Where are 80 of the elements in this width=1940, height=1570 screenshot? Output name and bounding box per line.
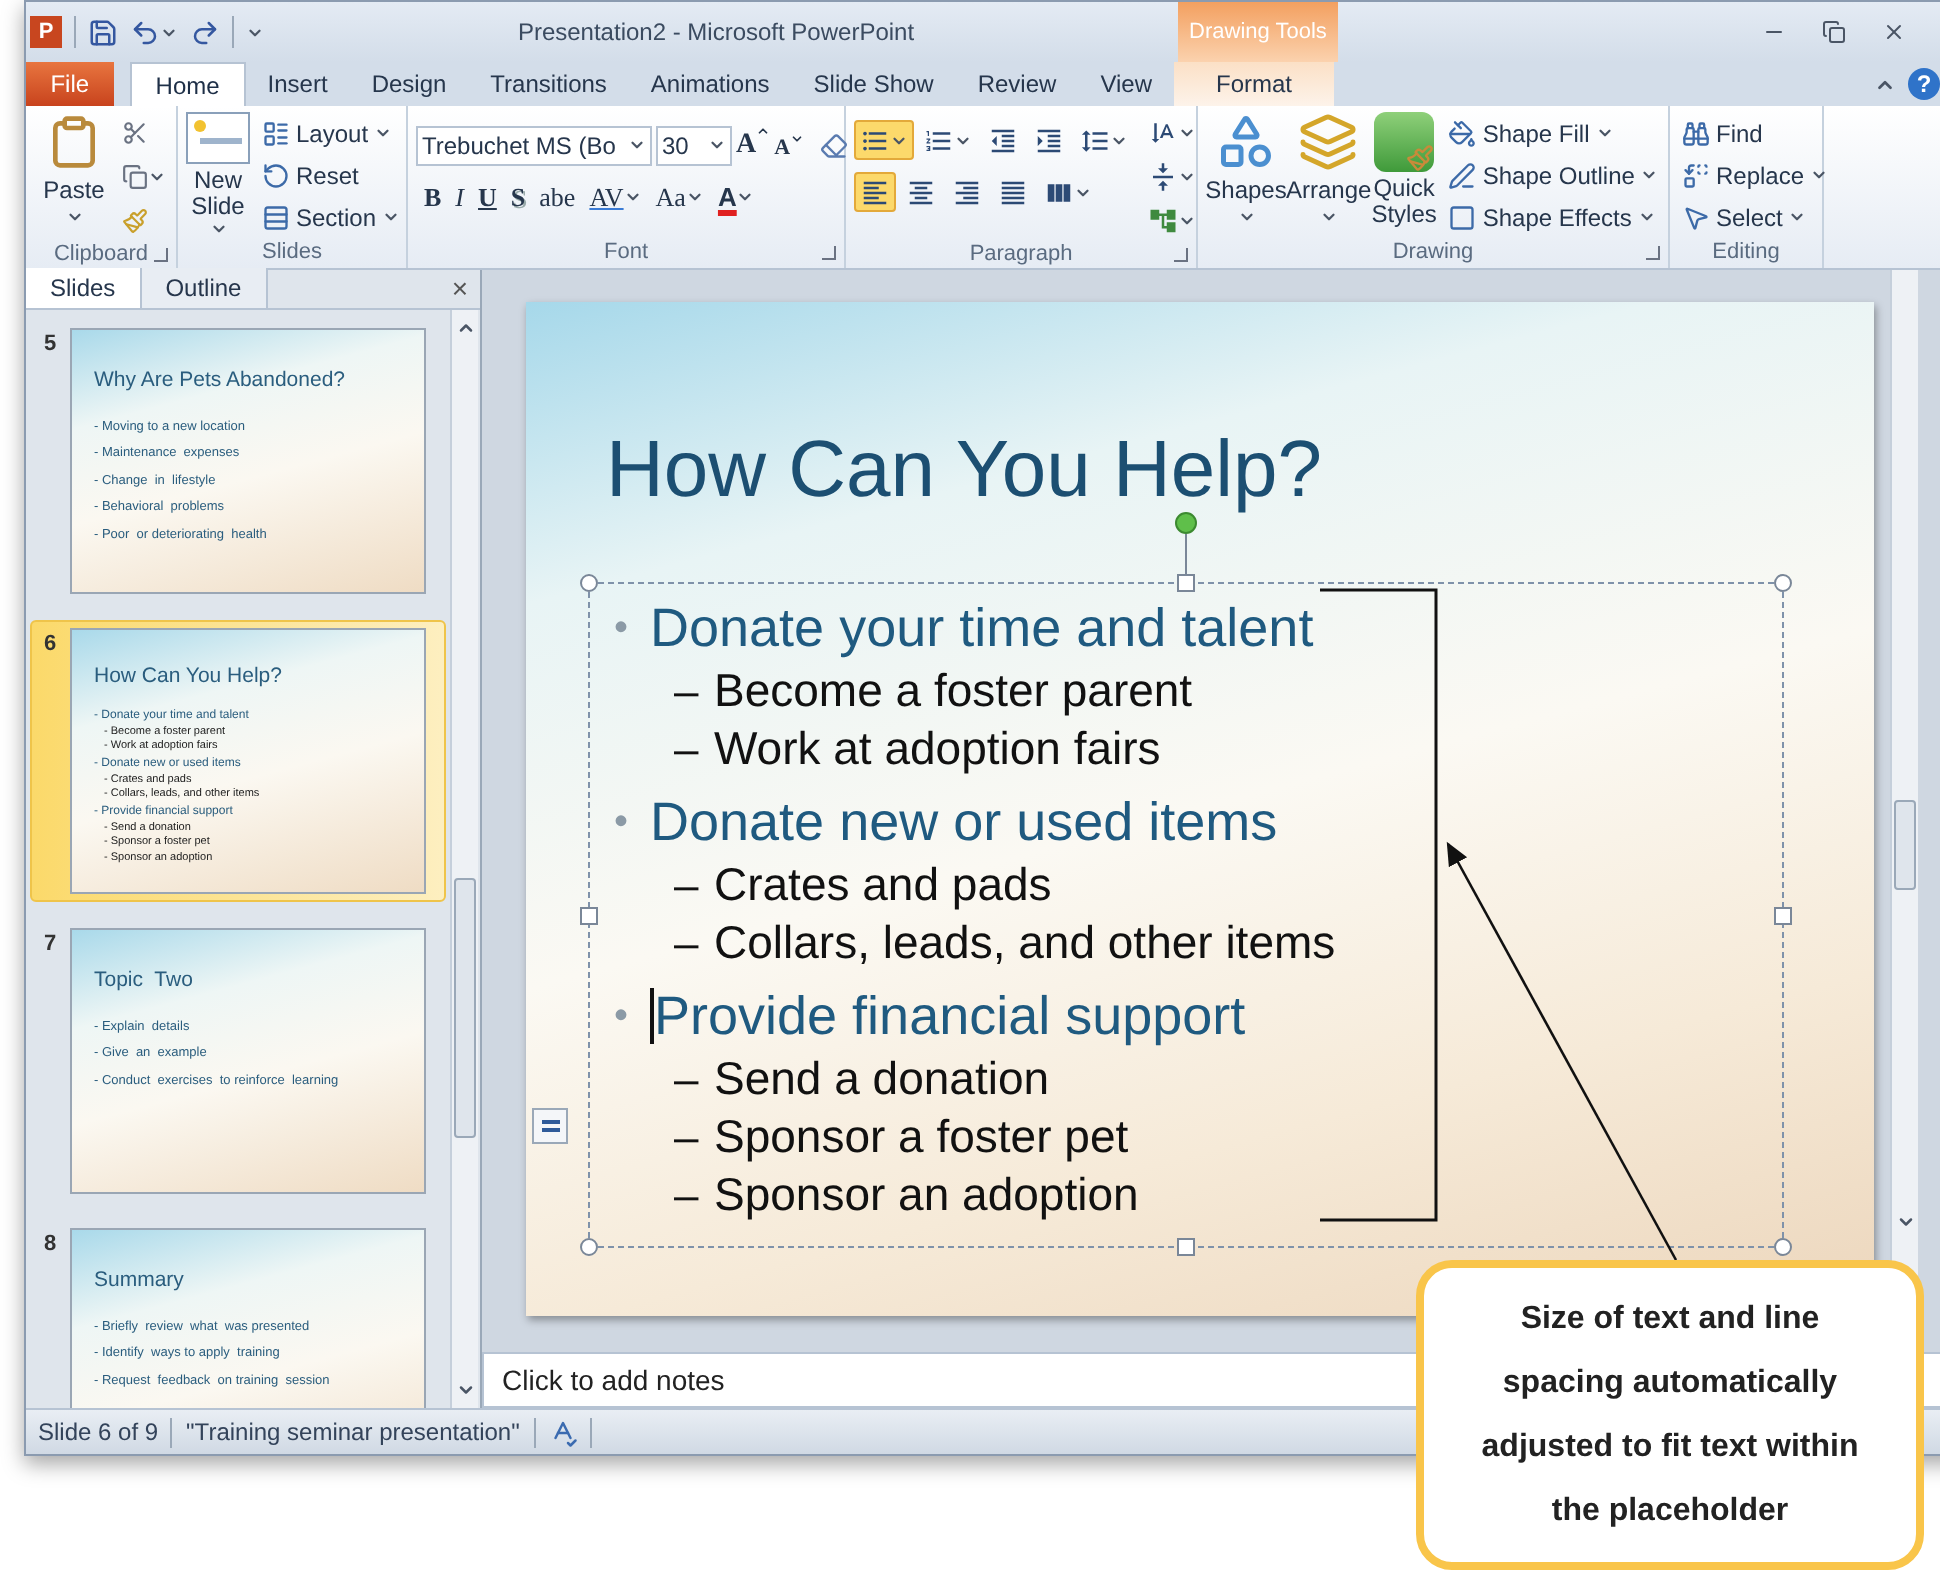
slide-number: 7 [42,930,59,960]
shape-format-button[interactable]: Shape Outline [1444,154,1663,196]
new-slide-button[interactable]: New Slide [186,112,250,238]
bullet-marker: – [674,858,701,914]
ribbon-tab[interactable]: Design [349,62,469,106]
bullet-text: Collars, leads, and other items [714,914,1336,973]
format-button[interactable]: B [424,178,442,217]
ribbon-tab[interactable]: Slide Show [791,62,956,106]
ribbon-tab[interactable]: Animations [628,62,792,106]
grow-font-button[interactable]: A [736,124,771,166]
format-button[interactable]: A [717,178,755,217]
format-button[interactable]: AV [589,178,642,217]
pane-tab[interactable]: Slides [26,268,142,308]
bullet-marker: • [614,798,631,848]
ribbon-tab[interactable]: Format [1174,62,1334,106]
bullet-marker: – [674,1052,701,1108]
bullet-text: Work at adoption fairs [714,720,1161,779]
slide-title: How Can You Help? [606,426,1325,514]
ribbon-tab[interactable]: Insert [245,62,350,106]
format-button[interactable]: Aa [655,178,704,217]
thumbnail-title: How Can You Help? [94,662,284,692]
paste-button[interactable]: Paste [34,112,114,240]
group-label: Slides [262,242,322,264]
format-button[interactable]: I [455,178,465,217]
group-label: Font [603,242,648,264]
bullet-marker: – [674,1110,701,1166]
shape-format-button[interactable]: Shape Fill [1444,112,1663,154]
bullet-text: Send a donation [714,1050,1050,1109]
slides-menu-button[interactable]: Section [258,196,405,238]
shape-format-button[interactable]: Shape Effects [1444,196,1663,238]
ribbon-tab[interactable]: Transitions [468,62,629,106]
slide-number: 6 [42,630,59,660]
status-text: "Training seminar presentation" [184,1416,522,1450]
bullet-marker: – [674,916,701,972]
window-title: Presentation2 - Microsoft PowerPoint [515,16,917,50]
ribbon-tab[interactable]: Review [955,62,1079,106]
shapes-button[interactable]: Shapes [1206,112,1286,238]
editing-button[interactable]: Replace [1678,154,1833,196]
arrange-button[interactable]: Arrange [1286,112,1372,238]
app-logo: P [30,16,62,48]
bullet-marker: – [674,664,701,720]
slides-menu-button[interactable]: Reset [258,154,405,196]
editing-button[interactable]: Find [1678,112,1833,154]
contextual-tab-header: Drawing Tools [1178,2,1338,62]
help-button[interactable]: ? [1908,68,1940,100]
bullet-text: Provide financial support [654,983,1246,1050]
format-button[interactable]: U [478,178,497,217]
slides-menu-button[interactable]: Layout [258,112,405,154]
format-button[interactable]: S [510,178,526,217]
bullet-text: Sponsor a foster pet [714,1108,1129,1167]
bullet-marker: – [674,1168,701,1224]
thumbnail-title: Why Are Pets Abandoned? [94,366,348,396]
format-button[interactable]: abe [539,178,576,217]
ribbon-tab[interactable]: View [1078,62,1174,106]
status-text: Slide 6 of 9 [36,1416,161,1450]
pane-tab[interactable]: Outline [141,268,268,308]
thumbnail-title: Summary [94,1266,186,1296]
thumbnail-title: Topic Two [94,966,195,996]
group-label: Editing [1712,242,1780,264]
bullet-text: Become a foster parent [714,662,1193,721]
font-size-field[interactable]: 30 [656,125,732,165]
ribbon-tab[interactable]: Home [129,62,246,106]
quick-styles-button[interactable]: Quick Styles [1371,112,1437,238]
bullet-marker: – [674,722,701,778]
bullet-text: Donate new or used items [650,789,1278,856]
shrink-font-button[interactable]: A [774,131,805,165]
group-label: Clipboard [53,243,149,265]
bullet-text: Sponsor an adoption [714,1166,1139,1225]
bullet-marker: • [614,604,631,654]
slide-number: 8 [42,1230,59,1260]
bullet-text: Crates and pads [714,856,1052,915]
group-label: Paragraph [969,243,1073,265]
ribbon-tab[interactable]: File [26,62,114,106]
bullet-text: Donate your time and talent [650,595,1314,662]
font-name-field[interactable]: Trebuchet MS (Bo [416,125,652,165]
group-label: Drawing [1392,242,1474,264]
slide-number: 5 [42,330,59,360]
close-pane-button[interactable]: × [451,268,468,308]
bullet-marker: • [614,992,631,1042]
editing-button[interactable]: Select [1678,196,1833,238]
